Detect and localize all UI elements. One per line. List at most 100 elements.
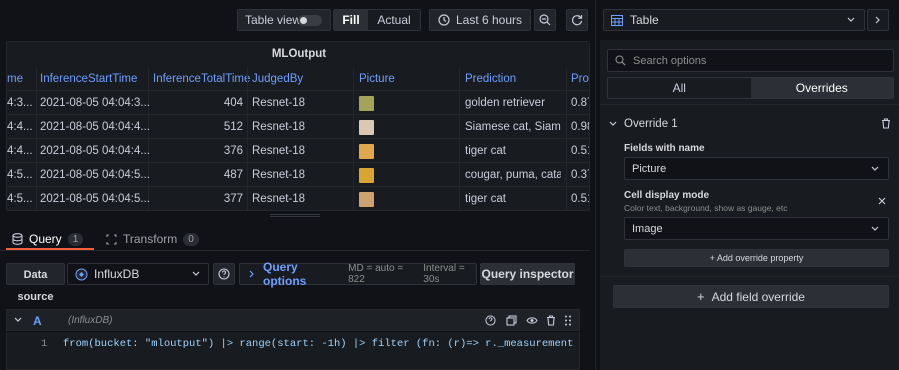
add-field-override-label: Add field override xyxy=(711,289,805,304)
code-line[interactable]: from(bucket: "mloutput") |> range(start:… xyxy=(63,338,579,350)
cell-mode-value: Image xyxy=(632,222,663,235)
table-row: 4:5... 2021-08-05 04:04:5... 487 Resnet-… xyxy=(7,162,589,186)
column-header-inference-start[interactable]: InferenceStartTime xyxy=(40,68,137,90)
time-picker-button[interactable]: Last 6 hours xyxy=(429,9,531,31)
column-header-inference-total[interactable]: InferenceTotalTime xyxy=(153,68,250,90)
close-icon[interactable] xyxy=(878,197,886,205)
column-header-picture[interactable]: Picture xyxy=(359,68,395,90)
actual-button[interactable]: Actual xyxy=(368,10,420,30)
column-header-prediction[interactable]: Prediction xyxy=(465,68,516,90)
cell-time: 4:5... xyxy=(7,193,33,205)
tab-query[interactable]: Query 1 xyxy=(12,230,84,248)
cell-start: 2021-08-05 04:04:3... xyxy=(40,97,150,109)
cell-time: 4:4... xyxy=(7,145,33,157)
table-row: 4:5... 2021-08-05 04:04:5... 377 Resnet-… xyxy=(7,186,589,210)
picture-thumbnail[interactable] xyxy=(359,96,374,111)
tab-transform-label: Transform xyxy=(123,232,178,246)
help-icon[interactable] xyxy=(485,315,496,326)
search-icon xyxy=(615,55,626,66)
tab-all[interactable]: All xyxy=(608,78,751,98)
tab-overrides[interactable]: Overrides xyxy=(750,78,893,98)
query-options-label: Query options xyxy=(263,260,307,288)
cell-judged: Resnet-18 xyxy=(252,193,306,205)
collapse-pane-button[interactable] xyxy=(867,9,889,31)
toggle-switch[interactable] xyxy=(298,15,322,26)
add-field-override-button[interactable]: + Add field override xyxy=(613,285,889,308)
panel-title: MLOutput xyxy=(271,48,327,60)
cell-prob: 0.37 xyxy=(571,169,589,181)
fields-value: Picture xyxy=(632,162,667,175)
trash-icon[interactable] xyxy=(546,315,556,326)
cell-total: 376 xyxy=(223,145,243,157)
cell-display-mode-select[interactable]: Image xyxy=(624,217,889,240)
panel-toolbar: Table view Fill Actual Last 6 hours xyxy=(0,0,595,40)
zoom-out-button[interactable] xyxy=(534,9,556,31)
chevron-down-icon[interactable] xyxy=(609,121,617,127)
query-row-letter[interactable]: A xyxy=(33,314,42,328)
chevron-down-icon xyxy=(192,271,200,277)
picture-thumbnail[interactable] xyxy=(359,120,374,135)
table-row: 4:4... 2021-08-05 04:04:4... 376 Resnet-… xyxy=(7,138,589,162)
cell-start: 2021-08-05 04:04:5... xyxy=(40,193,150,205)
refresh-button[interactable] xyxy=(566,9,588,31)
cell-prob: 0.98 xyxy=(571,121,589,133)
influxdb-icon xyxy=(75,268,88,281)
query-inspector-button[interactable]: Query inspector xyxy=(480,263,575,285)
refresh-icon xyxy=(571,14,583,26)
md-info: MD = auto = 822 xyxy=(348,263,404,285)
eye-icon[interactable] xyxy=(526,316,538,325)
cell-total: 512 xyxy=(223,121,243,133)
fields-with-name-select[interactable]: Picture xyxy=(624,157,889,180)
duplicate-icon[interactable] xyxy=(506,315,517,326)
cell-display-mode-label: Cell display mode xyxy=(624,190,710,201)
cell-start: 2021-08-05 04:04:4... xyxy=(40,145,150,157)
cell-prediction: Siamese cat, Siame... xyxy=(465,121,561,133)
table-view-label: Table view xyxy=(245,13,302,27)
tab-transform[interactable]: Transform 0 xyxy=(106,230,199,248)
cell-total: 404 xyxy=(223,97,243,109)
fill-actual-group: Fill Actual xyxy=(333,9,421,31)
fill-button[interactable]: Fill xyxy=(334,10,368,30)
table-icon xyxy=(611,14,623,26)
query-options-bar[interactable]: Query options MD = auto = 822 Interval =… xyxy=(239,260,477,288)
column-header-time[interactable]: me xyxy=(7,68,35,90)
cell-prob: 0.87 xyxy=(571,97,589,109)
cell-prob: 0.51 xyxy=(571,193,589,205)
zoom-out-icon xyxy=(539,14,551,26)
plus-icon: + xyxy=(697,289,705,304)
search-options-input[interactable]: Search options xyxy=(607,49,894,72)
line-number: 1 xyxy=(41,338,48,350)
panel-resize-handle[interactable] xyxy=(270,214,320,217)
chevron-right-icon xyxy=(249,270,255,278)
cell-start: 2021-08-05 04:04:4... xyxy=(40,121,150,133)
transform-icon xyxy=(106,233,117,245)
cell-judged: Resnet-18 xyxy=(252,145,306,157)
drag-handle-icon[interactable] xyxy=(564,315,572,326)
tab-query-label: Query xyxy=(29,232,62,246)
datasource-label: Data source xyxy=(6,263,65,303)
fields-with-name-label: Fields with name xyxy=(624,143,705,154)
table-header-row: me InferenceStartTime InferenceTotalTime… xyxy=(7,68,589,90)
cell-judged: Resnet-18 xyxy=(252,169,306,181)
add-override-property-button[interactable]: + Add override property xyxy=(624,249,889,267)
datasource-picker[interactable]: InfluxDB xyxy=(67,263,209,285)
picture-thumbnail[interactable] xyxy=(359,144,374,159)
column-header-judged-by[interactable]: JudgedBy xyxy=(252,68,303,90)
chevron-right-icon xyxy=(875,16,881,24)
interval-info: Interval = 30s xyxy=(423,263,465,285)
override-title[interactable]: Override 1 xyxy=(624,118,678,130)
trash-icon[interactable] xyxy=(881,118,891,129)
collapse-chevron-icon[interactable] xyxy=(14,317,22,323)
datasource-help-button[interactable] xyxy=(213,263,235,285)
column-header-prob[interactable]: Prob xyxy=(571,68,589,90)
code-editor[interactable]: 1 from(bucket: "mloutput") |> range(star… xyxy=(6,332,580,370)
time-range-label: Last 6 hours xyxy=(455,13,523,27)
visualization-picker[interactable]: Table xyxy=(603,9,865,31)
picture-thumbnail[interactable] xyxy=(359,168,374,183)
cell-time: 4:3... xyxy=(7,97,33,109)
cell-prob: 0.51 xyxy=(571,145,589,157)
table-view-toggle[interactable]: Table view xyxy=(237,9,331,31)
picture-thumbnail[interactable] xyxy=(359,192,374,207)
cell-judged: Resnet-18 xyxy=(252,121,306,133)
chevron-down-icon xyxy=(871,166,879,172)
